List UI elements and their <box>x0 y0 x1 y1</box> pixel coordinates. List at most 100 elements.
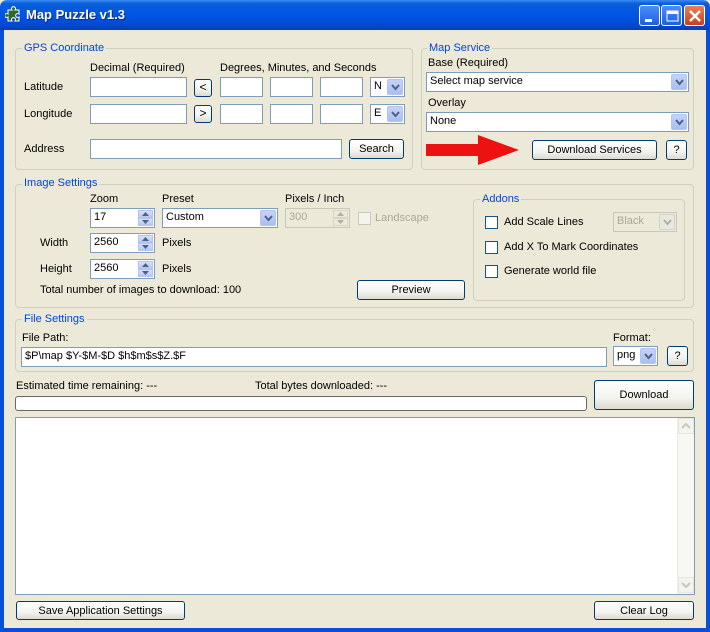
download-button[interactable]: Download <box>594 380 694 410</box>
clear-log-button[interactable]: Clear Log <box>594 601 694 620</box>
file-path-input[interactable]: $P\map $Y-$M-$D $h$m$s$Z.$F <box>21 347 607 367</box>
close-button[interactable] <box>684 5 705 26</box>
minimize-icon <box>645 19 652 22</box>
preset-select[interactable]: Custom <box>162 208 278 228</box>
preset-value: Custom <box>166 211 204 223</box>
scale-line-color-select[interactable]: Black <box>613 212 677 232</box>
bytes-downloaded-text: Total bytes downloaded: --- <box>255 380 388 392</box>
longitude-seconds-input[interactable] <box>320 104 363 124</box>
arrow-down-icon <box>142 245 149 249</box>
ppi-value: 300 <box>289 211 308 223</box>
landscape-label: Landscape <box>375 212 429 224</box>
world-file-label: Generate world file <box>504 265 597 277</box>
format-label: Format: <box>613 332 651 344</box>
width-label: Width <box>40 237 69 249</box>
longitude-decimal-input[interactable] <box>90 104 187 124</box>
arrow-up-icon <box>142 263 149 267</box>
app-puzzle-icon <box>4 6 22 23</box>
scale-line-color-value: Black <box>617 215 644 227</box>
height-value: 2560 <box>94 262 119 274</box>
close-icon <box>689 10 701 22</box>
latitude-direction-value: N <box>374 80 382 92</box>
minimize-button[interactable] <box>639 5 660 26</box>
eta-text: Estimated time remaining: --- <box>16 380 158 392</box>
height-unit-label: Pixels <box>162 263 192 275</box>
arrow-up-icon <box>142 237 149 241</box>
preview-button[interactable]: Preview <box>357 280 465 300</box>
total-images-text: Total number of images to download: 100 <box>40 284 242 296</box>
file-path-label: File Path: <box>22 332 69 344</box>
overlay-select[interactable]: None <box>426 112 689 132</box>
address-label: Address <box>24 143 65 155</box>
map-service-legend: Map Service <box>427 42 493 54</box>
zoom-label: Zoom <box>90 193 119 205</box>
latitude-seconds-input[interactable] <box>320 77 363 97</box>
mark-coordinates-checkbox[interactable] <box>485 241 498 254</box>
maximize-icon <box>666 10 679 22</box>
stepper-arrows[interactable] <box>138 210 153 226</box>
search-button[interactable]: Search <box>349 139 404 159</box>
longitude-direction-value: E <box>374 107 382 119</box>
address-input[interactable] <box>90 139 342 159</box>
width-unit-label: Pixels <box>162 237 192 249</box>
stepper-arrows[interactable] <box>138 235 153 251</box>
world-file-checkbox[interactable] <box>485 265 498 278</box>
chevron-down-icon <box>260 210 276 226</box>
download-progress-bar <box>15 396 587 411</box>
log-scrollbar[interactable] <box>677 418 694 594</box>
base-service-select[interactable]: Select map service <box>426 72 689 92</box>
zoom-stepper[interactable]: 17 <box>90 208 155 228</box>
image-settings-legend: Image Settings <box>22 177 100 189</box>
overlay-value: None <box>430 115 457 127</box>
file-settings-legend: File Settings <box>22 313 87 325</box>
maximize-button[interactable] <box>661 5 682 26</box>
latitude-convert-button[interactable]: < <box>194 79 212 97</box>
height-label: Height <box>40 263 72 275</box>
stepper-arrows[interactable] <box>138 261 153 277</box>
arrow-down-icon <box>337 220 344 224</box>
window-frame <box>0 30 4 632</box>
longitude-minutes-input[interactable] <box>270 104 313 124</box>
height-stepper[interactable]: 2560 <box>90 259 155 279</box>
stepper-arrows[interactable] <box>333 210 348 226</box>
chevron-down-icon <box>640 348 656 364</box>
chevron-down-icon <box>387 79 403 95</box>
landscape-checkbox[interactable] <box>358 212 371 225</box>
longitude-convert-button[interactable]: > <box>194 105 212 123</box>
base-service-value: Select map service <box>430 75 523 87</box>
preset-label: Preset <box>162 193 194 205</box>
longitude-degrees-input[interactable] <box>220 104 263 124</box>
scroll-up-button[interactable] <box>678 418 694 434</box>
save-settings-button[interactable]: Save Application Settings <box>16 601 185 620</box>
arrow-up-icon <box>142 212 149 216</box>
chevron-down-icon <box>671 74 687 90</box>
scale-lines-label: Add Scale Lines <box>504 216 584 228</box>
format-select[interactable]: png <box>613 346 658 366</box>
gps-coordinate-legend: GPS Coordinate <box>22 42 107 54</box>
base-label: Base (Required) <box>428 57 509 69</box>
ppi-label: Pixels / Inch <box>285 193 345 205</box>
overlay-label: Overlay <box>428 97 466 109</box>
map-service-help-button[interactable]: ? <box>666 140 687 160</box>
window-frame <box>706 30 710 632</box>
file-settings-help-button[interactable]: ? <box>667 346 688 366</box>
chevron-down-icon <box>387 106 403 122</box>
latitude-degrees-input[interactable] <box>220 77 263 97</box>
width-value: 2560 <box>94 236 119 248</box>
latitude-direction-select[interactable]: N <box>370 77 405 97</box>
arrow-down-icon <box>142 220 149 224</box>
download-services-button[interactable]: Download Services <box>532 140 657 160</box>
longitude-direction-select[interactable]: E <box>370 104 405 124</box>
window-title: Map Puzzle v1.3 <box>26 7 125 22</box>
scale-lines-checkbox[interactable] <box>485 216 498 229</box>
latitude-minutes-input[interactable] <box>270 77 313 97</box>
ppi-stepper[interactable]: 300 <box>285 208 350 228</box>
arrow-up-icon <box>337 212 344 216</box>
zoom-value: 17 <box>94 211 107 223</box>
log-textarea[interactable] <box>15 417 695 595</box>
scroll-down-button[interactable] <box>678 577 694 593</box>
mark-coordinates-label: Add X To Mark Coordinates <box>504 241 639 253</box>
width-stepper[interactable]: 2560 <box>90 233 155 253</box>
latitude-decimal-input[interactable] <box>90 77 187 97</box>
dms-header: Degrees, Minutes, and Seconds <box>220 62 377 74</box>
